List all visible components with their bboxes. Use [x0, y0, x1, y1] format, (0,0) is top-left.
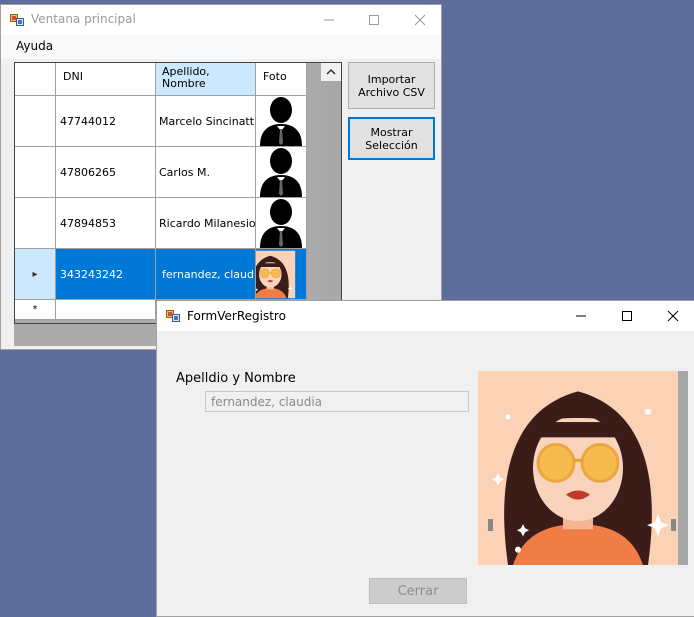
column-header-dni[interactable]: DNI: [56, 63, 156, 96]
woman-portrait: [478, 371, 688, 565]
close-icon: [667, 310, 679, 322]
cell-dni-text: 47894853: [60, 216, 116, 230]
column-header-name-label: Apellido, Nombre: [162, 65, 210, 90]
row-header-selected[interactable]: ▸: [15, 249, 56, 300]
column-header-name[interactable]: Apellido, Nombre: [156, 63, 256, 96]
table-cell-name[interactable]: Marcelo Sincinatti: [156, 96, 256, 147]
current-row-marker-icon: ▸: [32, 268, 38, 280]
row-header[interactable]: [15, 147, 56, 198]
show-selection-button[interactable]: Mostrar Selección: [348, 117, 435, 160]
new-row-marker-icon: *: [32, 304, 38, 315]
column-header-foto[interactable]: Foto: [256, 63, 307, 96]
grid-corner-header[interactable]: [15, 63, 56, 96]
register-titlebar[interactable]: FormVerRegistro: [157, 301, 694, 331]
chevron-up-icon: [326, 68, 336, 75]
app-icon: [10, 13, 24, 27]
silhouette-icon: [256, 198, 306, 248]
column-header-dni-label: DNI: [63, 70, 83, 83]
row-header[interactable]: [15, 96, 56, 147]
table-cell-photo[interactable]: [256, 198, 307, 249]
main-window-title: Ventana principal: [31, 12, 136, 26]
cell-dni-text: 343243242: [60, 267, 123, 281]
cell-name-text: fernandez, claudia: [162, 267, 256, 281]
close-button[interactable]: [405, 10, 435, 30]
minimize-icon: [324, 19, 334, 21]
menu-bar: Ayuda: [1, 35, 441, 59]
table-cell-photo[interactable]: [256, 96, 307, 147]
table-cell-name[interactable]: Ricardo Milanesio: [156, 198, 256, 249]
cell-dni-text: 47744012: [60, 114, 116, 128]
table-cell-dni[interactable]: 47806265: [56, 147, 156, 198]
register-window-title: FormVerRegistro: [187, 309, 286, 323]
scroll-up-button[interactable]: [321, 63, 341, 81]
maximize-button[interactable]: [359, 10, 389, 30]
cell-name-text: Marcelo Sincinatti: [159, 114, 256, 128]
column-header-foto-label: Foto: [263, 70, 287, 83]
row-header[interactable]: [15, 198, 56, 249]
table-cell-photo-selected[interactable]: [256, 249, 307, 300]
table-cell-dni[interactable]: 47894853: [56, 198, 156, 249]
close-dialog-label: Cerrar: [397, 583, 439, 599]
minimize-icon: [576, 315, 586, 317]
vertical-scrollbar[interactable]: [321, 63, 341, 323]
close-button[interactable]: [658, 306, 688, 326]
table-cell-dni[interactable]: 47744012: [56, 96, 156, 147]
cell-dni-text: 47806265: [60, 165, 116, 179]
silhouette-icon: [256, 147, 306, 197]
woman-portrait-thumbnail: [256, 249, 306, 300]
import-csv-label: Importar Archivo CSV: [358, 72, 425, 99]
new-row-cell[interactable]: [56, 300, 156, 320]
maximize-icon: [369, 15, 379, 25]
show-selection-label: Mostrar Selección: [365, 125, 418, 152]
cell-name-text: Ricardo Milanesio: [159, 216, 256, 230]
main-titlebar[interactable]: Ventana principal: [1, 5, 441, 35]
import-csv-button[interactable]: Importar Archivo CSV: [348, 62, 435, 109]
menu-ayuda[interactable]: Ayuda: [16, 39, 53, 53]
maximize-icon: [622, 311, 632, 321]
app-icon: [166, 309, 180, 323]
name-field[interactable]: fernandez, claudia: [205, 391, 469, 412]
new-row-header[interactable]: *: [15, 300, 56, 320]
table-cell-dni-selected[interactable]: 343243242: [56, 249, 156, 300]
maximize-button[interactable]: [612, 306, 642, 326]
table-cell-name[interactable]: Carlos M.: [156, 147, 256, 198]
data-grid[interactable]: DNI Apellido, Nombre Foto 47744012 Marce…: [14, 62, 342, 324]
minimize-button[interactable]: [314, 10, 344, 30]
minimize-button[interactable]: [566, 306, 596, 326]
table-cell-photo[interactable]: [256, 147, 307, 198]
close-icon: [414, 14, 426, 26]
main-window: Ventana principal Ayuda DNI Apellido, No…: [0, 4, 442, 350]
table-cell-name-selected[interactable]: fernandez, claudia: [156, 249, 256, 300]
name-field-value: fernandez, claudia: [211, 394, 323, 409]
name-label: Apelldio y Nombre: [176, 371, 296, 386]
register-window: FormVerRegistro Apelldio y Nombre fernan…: [156, 300, 694, 617]
silhouette-icon: [256, 96, 306, 146]
cell-name-text: Carlos M.: [159, 165, 210, 179]
close-dialog-button[interactable]: Cerrar: [369, 578, 467, 604]
